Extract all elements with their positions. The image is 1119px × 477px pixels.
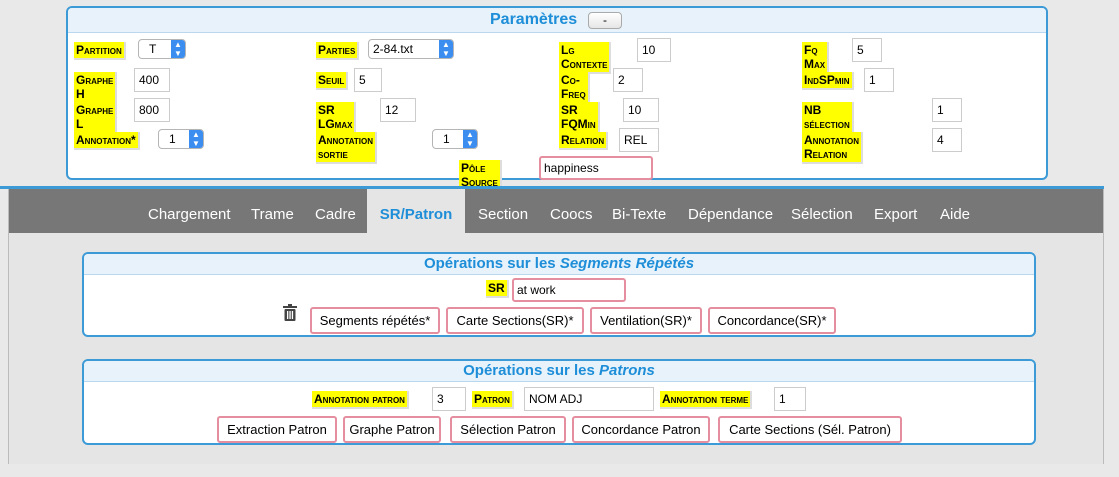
nb-selection-section-input[interactable]: 1 [932, 98, 962, 122]
tab-sr-patron[interactable]: SR/Patron [367, 189, 465, 233]
selection-patron-button[interactable]: Sélection Patron [450, 416, 566, 443]
indspmin-input[interactable]: 1 [864, 68, 894, 92]
tab-section[interactable]: Section [478, 189, 528, 233]
graphe-h-input[interactable]: 400 [134, 68, 170, 92]
parametres-panel: Paramètres - Partition T ▲ ▼ Parties 2-84… [66, 6, 1048, 192]
carte-sections-sr-button[interactable]: Carte Sections(SR)* [446, 307, 584, 334]
graphe-h-label: Graphe H [74, 72, 118, 104]
annotation-terme-input[interactable]: 1 [774, 387, 806, 411]
annotation-relation-label: Annotation Relation [802, 132, 864, 164]
ventilation-sr-button[interactable]: Ventilation(SR)* [590, 307, 702, 334]
seuil-label: Seuil [316, 72, 349, 90]
sr-title-prefix: Opérations sur les [423, 255, 560, 272]
sr-label: SR [486, 280, 509, 298]
co-freq-label: Co-Freq [559, 72, 590, 104]
tab-dependance[interactable]: Dépendance [688, 189, 773, 233]
sr-operations-title: Opérations sur les Segments Répétés [84, 254, 1034, 275]
fq-max-label: Fq Max [802, 42, 830, 74]
select-arrows-icon: ▲ ▼ [463, 130, 477, 148]
annotation-value: 1 [169, 132, 176, 146]
extraction-patron-button[interactable]: Extraction Patron [217, 416, 337, 443]
collapse-button[interactable]: - [588, 12, 622, 29]
tab-bar: Chargement Trame Cadre SR/Patron Section… [9, 189, 1103, 233]
select-arrows-icon: ▲ ▼ [189, 130, 203, 148]
select-arrows-icon: ▲ ▼ [171, 40, 185, 58]
parametres-title: Paramètres [490, 11, 578, 28]
partition-label: Partition [74, 42, 126, 60]
relation-input[interactable]: REL [619, 128, 659, 152]
annotation-sortie-label: Annotation sortie [316, 132, 378, 164]
tab-selection[interactable]: Sélection [791, 189, 853, 233]
tab-cadre[interactable]: Cadre [315, 189, 356, 233]
annotation-relation-input[interactable]: 4 [932, 128, 962, 152]
parties-value: 2-84.txt [373, 42, 414, 56]
parametres-header: Paramètres - [68, 8, 1046, 33]
tab-aide[interactable]: Aide [940, 189, 970, 233]
annotation-select[interactable]: 1 ▲ ▼ [158, 129, 204, 149]
annotation-patron-label: Annotation patron [312, 391, 409, 409]
patron-title-prefix: Opérations sur les [463, 362, 600, 379]
sr-input[interactable]: at work [512, 278, 626, 302]
patron-input[interactable]: NOM ADJ [524, 387, 654, 411]
patron-title-em: Patrons [599, 362, 655, 379]
partition-value: T [149, 42, 157, 56]
segments-repetes-button[interactable]: Segments répétés* [310, 307, 440, 334]
sr-operations-panel: Opérations sur les Segments Répétés SR a… [82, 252, 1036, 337]
patron-operations-title: Opérations sur les Patrons [84, 361, 1034, 382]
concordance-patron-button[interactable]: Concordance Patron [572, 416, 710, 443]
select-arrows-icon: ▲ ▼ [439, 40, 453, 58]
sr-lgmax-label: SR LGmax [316, 102, 357, 134]
sr-title-em: Segments Répétés [559, 255, 695, 272]
parties-label: Parties [316, 42, 360, 60]
patron-label: Patron [472, 391, 514, 409]
fq-max-input[interactable]: 5 [852, 38, 882, 62]
annotation-patron-input[interactable]: 3 [432, 387, 466, 411]
tab-bi-texte[interactable]: Bi-Texte [612, 189, 666, 233]
seuil-input[interactable]: 5 [354, 68, 382, 92]
patron-operations-panel: Opérations sur les Patrons Annotation pa… [82, 359, 1036, 445]
sr-fqmin-label: SR FQMin [559, 102, 600, 134]
partition-select[interactable]: T ▲ ▼ [138, 39, 186, 59]
tab-export[interactable]: Export [874, 189, 917, 233]
graphe-l-label: Graphe L [74, 102, 118, 134]
annotation-sortie-value: 1 [443, 132, 450, 146]
indspmin-label: IndSPmin [802, 72, 854, 90]
co-freq-input[interactable]: 2 [613, 68, 643, 92]
parties-select[interactable]: 2-84.txt ▲ ▼ [368, 39, 454, 59]
tab-chargement[interactable]: Chargement [148, 189, 231, 233]
tab-coocs[interactable]: Coocs [550, 189, 593, 233]
annotation-terme-label: Annotation terme [660, 391, 753, 409]
relation-label: Relation [559, 132, 609, 150]
tool-area: Chargement Trame Cadre SR/Patron Section… [8, 189, 1104, 464]
sr-fqmin-input[interactable]: 10 [623, 98, 659, 122]
lg-contexte-label: Lg Contexte [559, 42, 612, 74]
pole-source-input[interactable]: happiness [539, 156, 653, 180]
carte-sections-sel-patron-button[interactable]: Carte Sections (Sél. Patron) [718, 416, 902, 443]
annotation-sortie-select[interactable]: 1 ▲ ▼ [432, 129, 478, 149]
lg-contexte-input[interactable]: 10 [637, 38, 671, 62]
annotation-label: Annotation* [74, 132, 140, 150]
trash-icon[interactable] [282, 304, 298, 322]
tab-trame[interactable]: Trame [251, 189, 294, 233]
graphe-patron-button[interactable]: Graphe Patron [343, 416, 441, 443]
graphe-l-input[interactable]: 800 [134, 98, 170, 122]
sr-lgmax-input[interactable]: 12 [380, 98, 416, 122]
concordance-sr-button[interactable]: Concordance(SR)* [708, 307, 836, 334]
